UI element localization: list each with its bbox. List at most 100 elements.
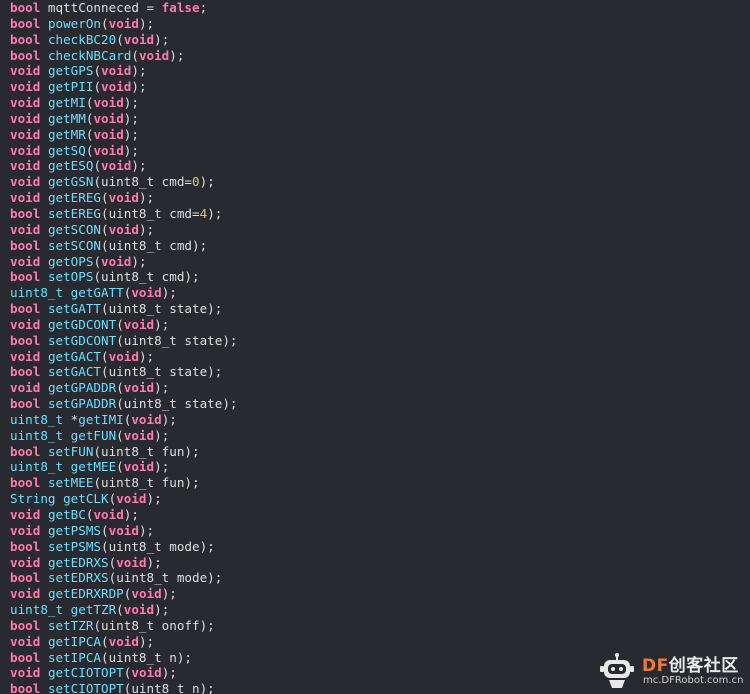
- code-line[interactable]: uint8_t getTZR(void);: [10, 602, 238, 618]
- code-token-kw: void: [108, 522, 139, 538]
- code-token-fn: checkBC20: [47, 31, 117, 47]
- code-token-fn: getSCON: [47, 221, 102, 237]
- code-line[interactable]: void getEDRXS(void);: [10, 555, 238, 571]
- code-line[interactable]: void getBC(void);: [10, 507, 238, 523]
- code-token-kw: void: [10, 221, 41, 237]
- code-line[interactable]: uint8_t *getIMI(void);: [10, 412, 238, 428]
- code-token-kw: void: [131, 411, 162, 427]
- code-listing[interactable]: bool mqttConneced = false; bool powerOn(v…: [10, 0, 238, 694]
- code-line[interactable]: void getEDRXRDP(void);: [10, 586, 238, 602]
- code-token-kw: void: [123, 602, 155, 618]
- code-line[interactable]: uint8_t getGATT(void);: [10, 285, 238, 301]
- code-token-plain: );: [154, 316, 170, 332]
- code-line[interactable]: bool mqttConneced = false;: [10, 0, 238, 16]
- code-token-plain: );: [131, 253, 147, 269]
- code-token-plain: (: [116, 459, 124, 475]
- code-line[interactable]: bool setTZR(uint8_t onoff);: [10, 618, 238, 634]
- code-line[interactable]: void getCIOTOPT(void);: [10, 665, 238, 681]
- code-token-fn: getGDCONT: [47, 316, 117, 332]
- code-line[interactable]: uint8_t getFUN(void);: [10, 428, 238, 444]
- code-line[interactable]: bool powerOn(void);: [10, 16, 238, 32]
- code-line[interactable]: void getGPADDR(void);: [10, 380, 238, 396]
- code-line[interactable]: bool setGDCONT(uint8_t state);: [10, 333, 238, 349]
- code-token-kw: void: [123, 380, 155, 396]
- code-line[interactable]: bool setSCON(uint8_t cmd);: [10, 238, 238, 254]
- watermark-url: mc.DFRobot.com.cn: [643, 675, 744, 686]
- code-line[interactable]: void getPSMS(void);: [10, 523, 238, 539]
- code-token-plain: (uint8_t cmd=: [93, 174, 193, 190]
- code-line[interactable]: void getGDCONT(void);: [10, 317, 238, 333]
- code-line[interactable]: bool checkBC20(void);: [10, 32, 238, 48]
- code-line[interactable]: bool checkNBCard(void);: [10, 48, 238, 64]
- code-token-plain: (uint8_t n);: [123, 681, 215, 694]
- code-token-fn: getPSMS: [47, 522, 102, 538]
- code-token-fn: getCLK: [63, 491, 109, 507]
- code-token-plain: );: [123, 507, 139, 522]
- code-line[interactable]: bool setOPS(uint8_t cmd);: [10, 269, 238, 285]
- code-token-fn: getSQ: [47, 142, 86, 158]
- code-line[interactable]: bool setFUN(uint8_t fun);: [10, 444, 238, 460]
- code-token-plain: );: [154, 380, 170, 396]
- code-line[interactable]: void getGACT(void);: [10, 349, 238, 365]
- code-token-ty: uint8_t: [10, 285, 64, 301]
- code-line[interactable]: bool setCIOTOPT(uint8_t n);: [10, 681, 238, 694]
- code-token-kw: bool: [10, 332, 41, 348]
- code-line[interactable]: void getESQ(void);: [10, 158, 238, 174]
- code-line[interactable]: bool setGPADDR(uint8_t state);: [10, 396, 238, 412]
- code-token-fn: getPII: [47, 79, 94, 95]
- code-line[interactable]: bool setGACT(uint8_t state);: [10, 364, 238, 380]
- code-line[interactable]: bool setGATT(uint8_t state);: [10, 301, 238, 317]
- code-token-kw: void: [10, 253, 41, 269]
- code-token-plain: (: [116, 602, 124, 618]
- code-line[interactable]: void getSCON(void);: [10, 222, 238, 238]
- code-token-fn: getGPADDR: [47, 380, 117, 396]
- code-token-plain: (: [101, 15, 109, 31]
- code-token-kw: void: [10, 63, 41, 79]
- code-token-plain: );: [123, 126, 139, 142]
- code-token-fn: setCIOTOPT: [47, 681, 124, 694]
- code-line[interactable]: bool setIPCA(uint8_t n);: [10, 650, 238, 666]
- code-line[interactable]: void getSQ(void);: [10, 143, 238, 159]
- code-token-plain: (uint8_t fun);: [93, 443, 200, 459]
- code-line[interactable]: void getPII(void);: [10, 79, 238, 95]
- code-line[interactable]: void getMR(void);: [10, 127, 238, 143]
- code-line[interactable]: void getIPCA(void);: [10, 634, 238, 650]
- code-line[interactable]: bool setPSMS(uint8_t mode);: [10, 539, 238, 555]
- code-line[interactable]: String getCLK(void);: [10, 491, 238, 507]
- code-line[interactable]: void getEREG(void);: [10, 190, 238, 206]
- code-token-num: 0: [192, 174, 200, 190]
- code-token-plain: (: [93, 63, 102, 79]
- code-token-plain: ;: [199, 0, 208, 15]
- code-token-kw: bool: [10, 237, 41, 253]
- code-token-plain: );: [123, 95, 139, 111]
- code-token-fn: getMM: [47, 110, 86, 126]
- code-token-fn: getCIOTOPT: [47, 665, 124, 681]
- code-token-fn: getEDRXS: [47, 554, 109, 570]
- code-line[interactable]: bool setEDRXS(uint8_t mode);: [10, 570, 238, 586]
- code-line[interactable]: uint8_t getMEE(void);: [10, 459, 238, 475]
- code-token-plain: );: [154, 602, 170, 618]
- code-token-fn: getEDRXRDP: [47, 586, 124, 602]
- code-token-fn: setEDRXS: [47, 570, 109, 586]
- code-token-plain: );: [138, 190, 155, 206]
- code-line[interactable]: bool setMEE(uint8_t fun);: [10, 475, 238, 491]
- code-line[interactable]: void getGSN(uint8_t cmd=0);: [10, 174, 238, 190]
- code-token-kw: void: [131, 586, 162, 602]
- code-line[interactable]: void getMI(void);: [10, 95, 238, 111]
- code-line[interactable]: void getGPS(void);: [10, 63, 238, 79]
- code-line[interactable]: void getMM(void);: [10, 111, 238, 127]
- code-line[interactable]: void getOPS(void);: [10, 254, 238, 270]
- code-line[interactable]: bool setEREG(uint8_t cmd=4);: [10, 206, 238, 222]
- code-editor[interactable]: bool mqttConneced = false; bool powerOn(v…: [0, 0, 750, 694]
- code-token-kw: void: [10, 158, 41, 174]
- code-token-ty: uint8_t: [10, 602, 64, 618]
- code-token-kw: bool: [10, 269, 41, 285]
